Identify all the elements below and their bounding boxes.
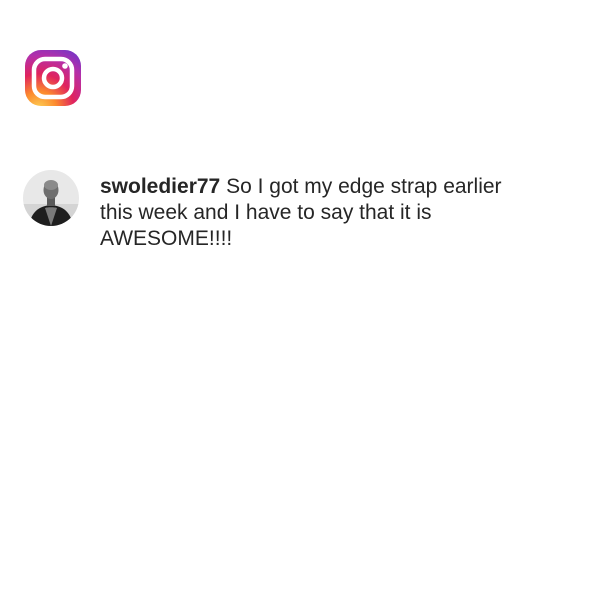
comment-text-block: swoledier77 So I got my edge strap earli… — [100, 174, 520, 252]
comment-row: swoledier77 So I got my edge strap earli… — [23, 170, 583, 252]
instagram-logo-icon — [25, 50, 81, 106]
comment-username[interactable]: swoledier77 — [100, 175, 220, 198]
user-avatar-icon[interactable] — [23, 170, 79, 226]
